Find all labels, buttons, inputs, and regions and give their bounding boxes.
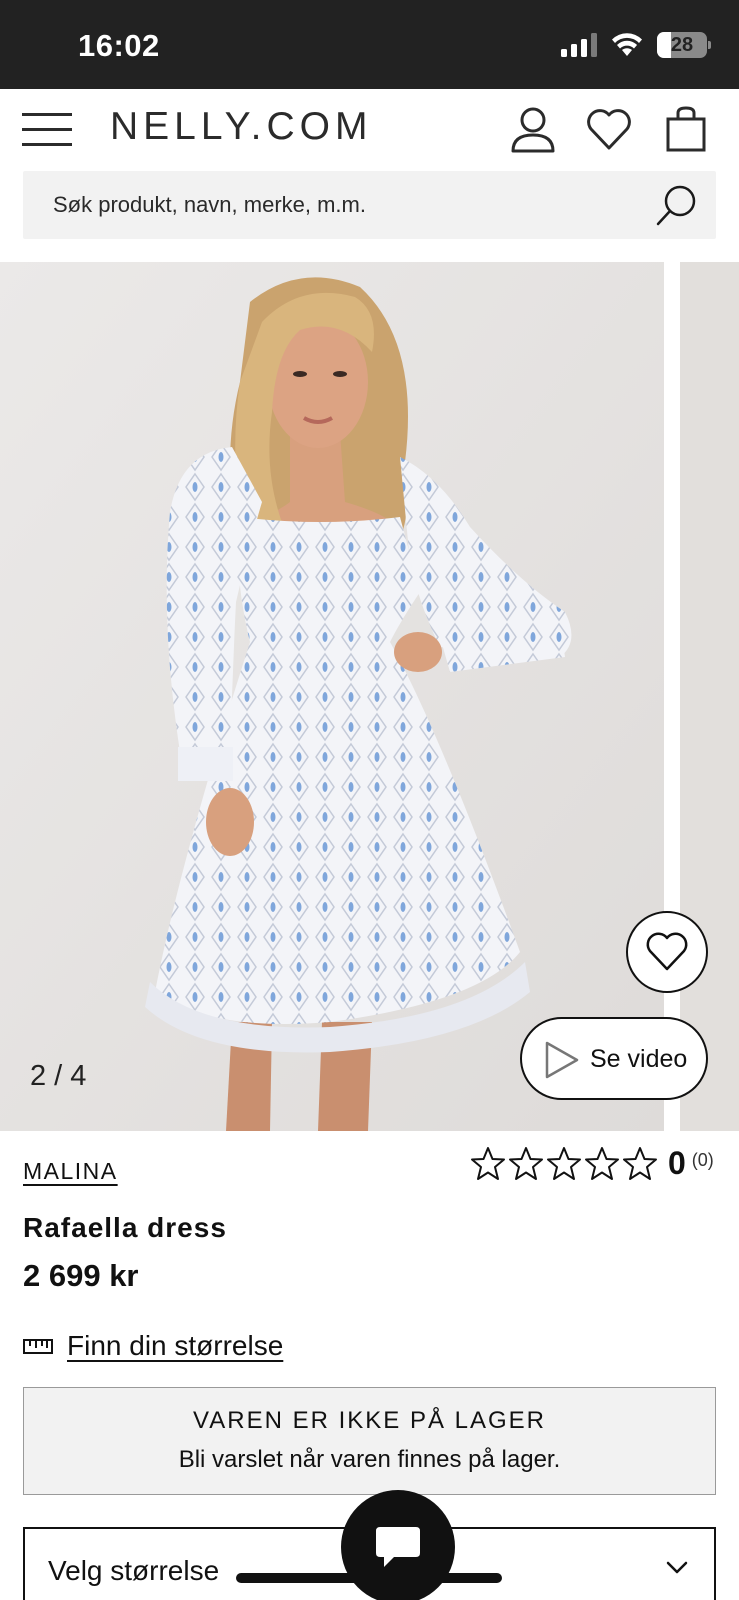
signal-icon <box>561 33 597 57</box>
site-header: NELLY.COM <box>0 89 739 171</box>
chat-icon <box>376 1527 420 1567</box>
brand-link[interactable]: MALINA <box>23 1158 118 1185</box>
rating-stars <box>470 1146 658 1182</box>
rating-count: (0) <box>691 1150 714 1170</box>
bag-icon <box>666 106 706 152</box>
star-icon <box>623 1146 657 1180</box>
wifi-icon <box>612 33 642 56</box>
account-icon <box>511 107 555 153</box>
status-bar: 16:02 28 <box>0 0 739 89</box>
model-illustration <box>0 262 664 1131</box>
add-to-wishlist-button[interactable] <box>626 911 708 993</box>
size-select-label: Velg størrelse <box>48 1555 220 1586</box>
battery-level: 28 <box>670 34 694 56</box>
star-icon <box>509 1146 543 1180</box>
stock-status-title: VAREN ER IKKE PÅ LAGER <box>193 1407 546 1434</box>
video-label: Se video <box>590 1045 688 1073</box>
battery-icon: 28 <box>657 32 711 58</box>
heart-icon <box>646 932 688 971</box>
search-placeholder: Søk produkt, navn, merke, m.m. <box>53 192 366 217</box>
image-counter: 2 / 4 <box>30 1060 87 1092</box>
chevron-down-icon <box>666 1561 688 1574</box>
product-gallery[interactable]: 2 / 4 Se video <box>0 262 739 1131</box>
site-logo[interactable]: NELLY.COM <box>110 105 372 149</box>
account-button[interactable] <box>509 105 557 153</box>
wishlist-icon <box>587 109 631 150</box>
product-name: Rafaella dress <box>23 1212 227 1243</box>
rating-score: 0 <box>668 1145 686 1181</box>
next-photo-peek[interactable] <box>680 262 739 1131</box>
star-icon <box>547 1146 581 1180</box>
star-icon <box>585 1146 619 1180</box>
product-price: 2 699 kr <box>23 1258 139 1293</box>
out-of-stock-notify-button[interactable]: VAREN ER IKKE PÅ LAGER Bli varslet når v… <box>23 1387 716 1495</box>
menu-icon <box>22 113 72 146</box>
home-indicator <box>236 1573 502 1583</box>
status-icons: 28 <box>561 32 711 58</box>
bag-button[interactable] <box>662 105 710 153</box>
star-icon <box>471 1146 505 1180</box>
chat-button[interactable] <box>341 1490 455 1600</box>
search-icon <box>656 185 696 226</box>
stock-notify-text: Bli varslet når varen finnes på lager. <box>178 1446 561 1473</box>
size-guide-link[interactable]: Finn din størrelse <box>23 1330 283 1362</box>
menu-button[interactable] <box>22 109 74 151</box>
wishlist-button[interactable] <box>585 105 633 153</box>
search-button[interactable] <box>654 182 700 228</box>
search-input[interactable]: Søk produkt, navn, merke, m.m. <box>23 171 716 239</box>
ruler-icon <box>23 1339 53 1354</box>
product-photo[interactable] <box>0 262 664 1131</box>
play-icon <box>545 1041 579 1079</box>
status-time: 16:02 <box>78 28 160 63</box>
size-guide-label: Finn din størrelse <box>67 1330 284 1361</box>
rating-summary[interactable]: 0 (0) <box>470 1145 714 1182</box>
play-video-button[interactable]: Se video <box>520 1017 708 1100</box>
